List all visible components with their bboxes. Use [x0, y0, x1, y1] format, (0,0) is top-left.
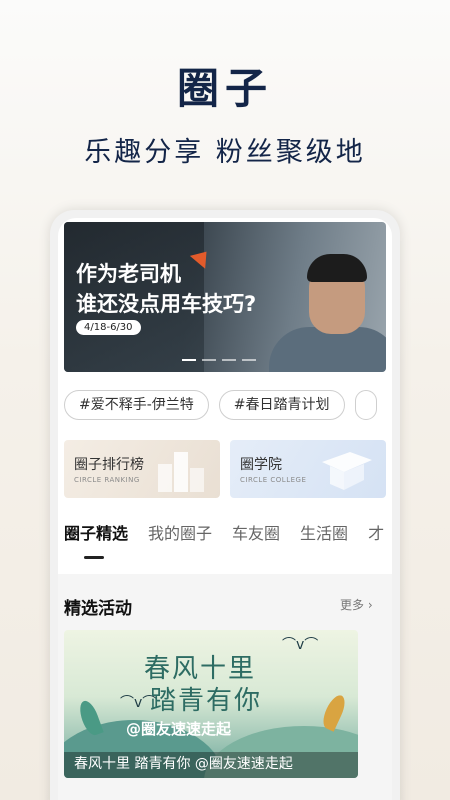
tab-partial[interactable]: 才: [368, 520, 384, 544]
tab-car-friends[interactable]: 车友圈: [232, 520, 280, 544]
carousel-dot[interactable]: [202, 359, 216, 361]
college-card-title: 圈学院: [240, 457, 282, 473]
carousel-dot[interactable]: [242, 359, 256, 361]
carousel-dot-active[interactable]: [182, 359, 196, 361]
banner-date-badge: 4/18-6/30: [76, 320, 141, 335]
page-title: 圈子: [176, 64, 273, 113]
topic-tag-list: #爱不释手-伊兰特 #春日踏青计划: [64, 390, 377, 422]
event-art-line-2: 踏青有你: [150, 686, 263, 716]
ranking-card-title: 圈子排行榜: [74, 457, 144, 473]
college-card-subtitle: CIRCLE COLLEGE: [240, 476, 307, 484]
circle-tabs: 圈子精选 我的圈子 车友圈 生活圈 才: [64, 520, 384, 544]
ranking-card[interactable]: 圈子排行榜 CIRCLE RANKING: [64, 440, 220, 498]
phone-screen: 作为老司机 谁还没点用车技巧? 4/18-6/30 #爱不释手-伊兰特 #春日踏…: [58, 218, 392, 800]
carousel-dot[interactable]: [222, 359, 236, 361]
event-art-line-3: @圈友速速走起: [126, 720, 232, 738]
event-caption: 春风十里 踏青有你 @圈友速速走起: [74, 756, 293, 772]
ranking-card-subtitle: CIRCLE RANKING: [74, 476, 140, 484]
section-title: 精选活动: [64, 599, 132, 619]
topic-tag-partial[interactable]: [354, 390, 377, 420]
more-link[interactable]: 更多 ›: [340, 596, 373, 613]
banner-headline-1: 作为老司机: [76, 262, 181, 286]
banner-headline-2: 谁还没点用车技巧?: [76, 292, 257, 316]
banner-person-hair: [307, 254, 367, 282]
college-card[interactable]: 圈学院 CIRCLE COLLEGE: [230, 440, 386, 498]
tab-my-circles[interactable]: 我的圈子: [148, 520, 212, 544]
ranking-decoration-icon: [158, 452, 204, 492]
tab-life[interactable]: 生活圈: [300, 520, 348, 544]
college-decoration-icon: [322, 452, 372, 490]
topic-tag[interactable]: #爱不释手-伊兰特: [64, 390, 209, 420]
leaf-icon: [319, 692, 349, 732]
carousel-indicator[interactable]: [182, 359, 256, 361]
promo-banner[interactable]: 作为老司机 谁还没点用车技巧? 4/18-6/30: [64, 222, 386, 372]
featured-activities-section: 精选活动 更多 › ⌒v⌒ ⌒v⌒ 春风十里 踏青有你 @圈友速速走起 春风十里…: [58, 574, 392, 800]
active-tab-indicator: [84, 556, 104, 559]
event-card[interactable]: ⌒v⌒ ⌒v⌒ 春风十里 踏青有你 @圈友速速走起 春风十里 踏青有你 @圈友速…: [64, 630, 358, 778]
phone-frame: 作为老司机 谁还没点用车技巧? 4/18-6/30 #爱不释手-伊兰特 #春日踏…: [50, 210, 400, 800]
page-subtitle: 乐趣分享 粉丝聚级地: [84, 137, 366, 168]
tab-featured[interactable]: 圈子精选: [64, 520, 128, 544]
topic-tag[interactable]: #春日踏青计划: [218, 390, 345, 420]
swallow-icon: ⌒v⌒: [282, 637, 319, 653]
